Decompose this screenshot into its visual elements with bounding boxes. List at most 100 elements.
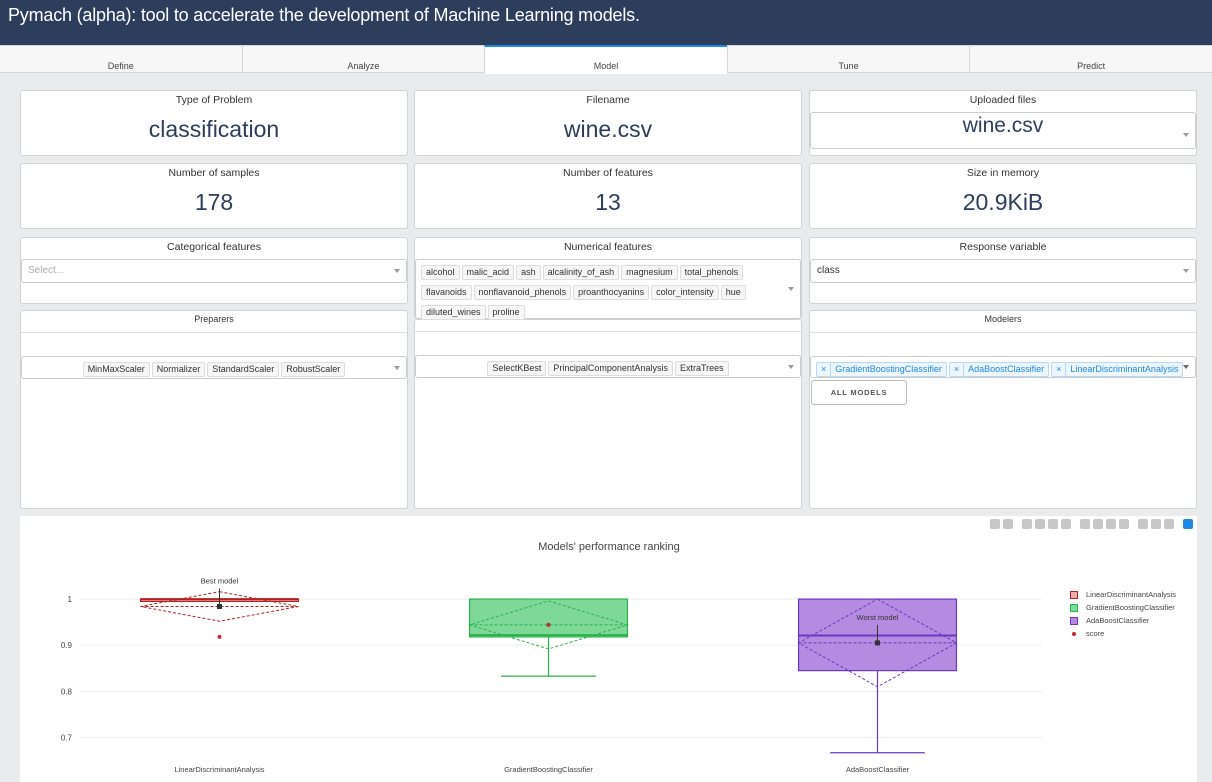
modelers-panel: Modelers × GradientBoostingClassifier × Ada…	[809, 310, 1197, 509]
panel-label: Preparers	[194, 314, 234, 324]
divider	[810, 332, 1196, 333]
scaler-chip[interactable]: RobustScaler	[281, 362, 346, 377]
scalers-select[interactable]: MinMaxScaler Normalizer StandardScaler Robu…	[21, 356, 407, 379]
tab-analyze[interactable]: Analyze	[241, 45, 485, 72]
card-label: Categorical features	[167, 241, 261, 253]
all-models-button[interactable]: ALL MODELS	[811, 380, 907, 405]
remove-icon[interactable]: ×	[817, 363, 832, 376]
app-title: Pymach (alpha): tool to accelerate the d…	[8, 5, 640, 25]
card-value: wine.csv	[563, 116, 653, 142]
feature-chip[interactable]: alcalinity_of_ash	[542, 265, 620, 280]
legend-item[interactable]: AdaBoostClassifier	[1070, 614, 1176, 627]
app-header: Pymach (alpha): tool to accelerate the d…	[0, 0, 1212, 45]
score-point	[546, 622, 551, 627]
modelers-select[interactable]: × GradientBoostingClassifier × AdaBoostClas…	[810, 356, 1196, 378]
feature-chip[interactable]: color_intensity	[651, 285, 719, 300]
feature-chip[interactable]: proanthocyanins	[573, 285, 650, 300]
filename-card: Filename wine.csv	[414, 90, 802, 156]
features-card: Number of features 13	[414, 163, 802, 229]
y-tick-label: 1	[68, 595, 73, 604]
card-label: Numerical features	[563, 241, 653, 253]
scaler-chip[interactable]: MinMaxScaler	[82, 362, 150, 377]
feature-chip[interactable]: flavanoids	[421, 285, 472, 300]
tab-tune[interactable]: Tune	[726, 45, 970, 72]
annotation-label: Best model	[201, 576, 239, 585]
tab-predict[interactable]: Predict	[969, 45, 1212, 72]
feature-chip[interactable]: alcohol	[421, 265, 460, 280]
chevron-down-icon	[788, 364, 794, 369]
feature-chip[interactable]: proline	[487, 305, 525, 320]
card-label: Response variable	[959, 241, 1047, 253]
legend-swatch	[1070, 616, 1078, 625]
legend-item[interactable]: LinearDiscriminantAnalysis	[1070, 588, 1176, 601]
remove-icon[interactable]: ×	[1052, 363, 1067, 376]
chevron-down-icon	[788, 287, 794, 291]
annotation-label: Worst model	[857, 613, 899, 622]
card-value: 13	[595, 189, 621, 215]
feature-chip[interactable]: nonflavanoid_phenols	[473, 285, 572, 300]
scaler-chip[interactable]: StandardScaler	[207, 362, 280, 377]
legend-item[interactable]: GradientBoostingClassifier	[1070, 601, 1176, 614]
divider	[21, 332, 407, 333]
x-tick-label: AdaBoostClassifier	[846, 765, 910, 774]
selectors-panel: SelectKBest PrincipalComponentAnalysis Ext…	[414, 320, 802, 509]
feature-chip[interactable]: ash	[516, 265, 541, 280]
panel-label: Modelers	[984, 314, 1022, 324]
model-chip[interactable]: × AdaBoostClassifier	[948, 362, 1050, 377]
feature-chip[interactable]: diluted_wines	[421, 305, 486, 320]
y-tick-label: 0.9	[61, 641, 73, 650]
chevron-down-icon	[394, 365, 400, 370]
feature-chip[interactable]: total_phenols	[679, 265, 744, 280]
y-tick-label: 0.8	[61, 687, 73, 696]
model-chip[interactable]: × GradientBoostingClassifier	[816, 362, 947, 377]
response-variable-select[interactable]: class	[810, 259, 1196, 283]
card-label: Uploaded files	[969, 94, 1037, 106]
legend-swatch	[1070, 590, 1078, 599]
tab-define[interactable]: Define	[0, 45, 242, 72]
feature-chip[interactable]: magnesium	[621, 265, 678, 280]
performance-chart: Models' performance ranking 0.7 0.8 0.9 1 Li…	[20, 516, 1197, 782]
categorical-features-select[interactable]: Select...	[21, 259, 407, 283]
card-label: Number of samples	[168, 167, 260, 179]
feature-selectors-select[interactable]: SelectKBest PrincipalComponentAnalysis Ext…	[415, 355, 801, 378]
response-variable-card: Response variable class	[809, 237, 1197, 304]
numerical-features-select[interactable]: alcohol malic_acid ash alcalinity_of_ash mag…	[415, 259, 801, 320]
legend-swatch	[1070, 603, 1078, 612]
card-value: classification	[148, 116, 280, 142]
categorical-features-card: Categorical features Select...	[20, 237, 408, 304]
response-value: class	[817, 265, 840, 276]
x-tick-label: LinearDiscriminantAnalysis	[174, 765, 264, 774]
uploaded-files-dropdown[interactable]: wine.csv	[810, 112, 1196, 149]
feature-chip[interactable]: hue	[720, 285, 746, 300]
type-of-problem-card: Type of Problem classification	[20, 90, 408, 156]
chevron-down-icon	[1183, 365, 1189, 369]
feature-chip[interactable]: malic_acid	[461, 265, 515, 280]
chevron-down-icon	[1183, 269, 1189, 273]
tab-bar: Define Analyze Model Tune Predict	[0, 45, 1212, 74]
box-outlier	[217, 634, 222, 639]
card-label: Size in memory	[966, 167, 1040, 179]
card-label: Filename	[586, 94, 630, 106]
memory-card: Size in memory 20.9KiB	[809, 163, 1197, 229]
card-value: 20.9KiB	[962, 189, 1044, 215]
chart-legend: LinearDiscriminantAnalysis GradientBoost…	[1070, 588, 1176, 640]
chart-plot: Models' performance ranking 0.7 0.8 0.9 1 Li…	[61, 541, 1042, 774]
legend-item[interactable]: score	[1070, 627, 1176, 640]
model-chip[interactable]: × LinearDiscriminantAnalysis	[1051, 362, 1184, 377]
divider	[415, 331, 801, 332]
select-placeholder: Select...	[28, 265, 65, 276]
selector-chip[interactable]: PrincipalComponentAnalysis	[548, 361, 673, 376]
preparers-panel: Preparers MinMaxScaler Normalizer Standard…	[20, 310, 408, 509]
samples-card: Number of samples 178	[20, 163, 408, 229]
chevron-down-icon	[394, 269, 400, 273]
remove-icon[interactable]: ×	[950, 363, 965, 376]
x-tick-label: GradientBoostingClassifier	[504, 765, 593, 774]
card-value: 178	[194, 189, 234, 215]
tab-model[interactable]: Model	[484, 45, 727, 74]
selector-chip[interactable]: ExtraTrees	[674, 361, 729, 376]
selector-chip[interactable]: SelectKBest	[487, 361, 547, 376]
legend-dot	[1072, 631, 1076, 636]
card-label: Number of features	[563, 167, 653, 179]
scaler-chip[interactable]: Normalizer	[151, 362, 206, 377]
card-label: Type of Problem	[175, 94, 253, 106]
